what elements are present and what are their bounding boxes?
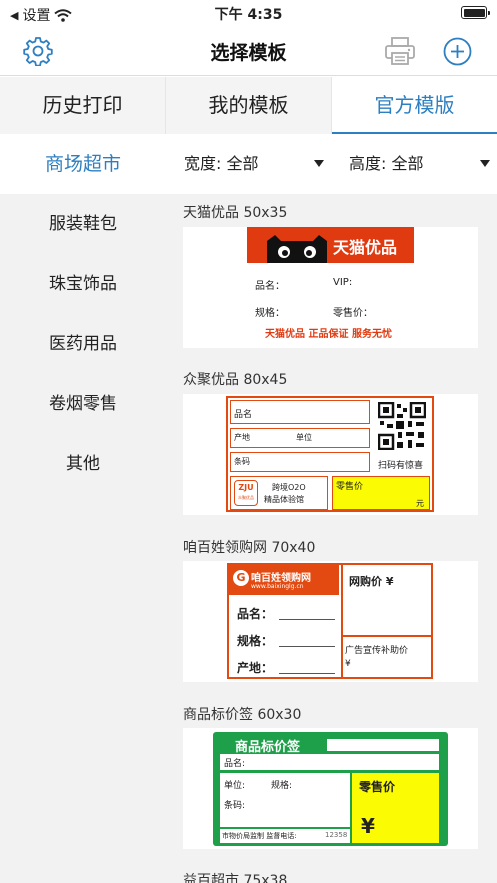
tmall-slogan: 天猫优品 正品保证 服务无忧 [265, 329, 392, 340]
template-card-tmall[interactable]: 天猫优品 品名： VIP: 规格： 零售价： 天猫优品 正品保证 服务无忧 [183, 227, 478, 348]
nav-bar: 选择模板 [0, 26, 497, 76]
bx-ad-price: 广告宣传补助价 [345, 646, 409, 656]
add-template-icon[interactable] [443, 37, 472, 66]
zj-name: 品名 [234, 410, 253, 420]
template-title: 商品标价签 60x30 [183, 707, 302, 723]
tab-history-print[interactable]: 历史打印 [0, 77, 166, 134]
height-dropdown-icon[interactable] [480, 160, 490, 167]
zj-row-barcode [230, 452, 370, 472]
filter-bar: 商场超市 宽度: 全部 高度: 全部 [0, 134, 497, 194]
template-card-price-tag[interactable]: 商品标价签 品名: 单位: 规格: 条码: 零售价 ¥ 市物价局监制 监督电话:… [183, 728, 478, 849]
zj-store-line1: 跨境O2O [272, 483, 306, 492]
sidebar-item-tobacco[interactable]: 卷烟零售 [0, 374, 166, 434]
pt-barcode: 条码: [224, 801, 246, 811]
status-bar: ◀ 设置 下午 4:35 [0, 0, 497, 26]
zj-label: 品名 产地 单位 条码 扫码有惊喜 ZJU 众聚优品 跨境O2O 精品体验馆 零… [226, 396, 434, 512]
pt-label: 商品标价签 品名: 单位: 规格: 条码: 零售价 ¥ 市物价局监制 监督电话:… [213, 732, 448, 846]
zj-unit: 单位 [296, 433, 312, 442]
bx-spec-line [279, 646, 335, 647]
bx-brand: 咱百姓领购网 [251, 573, 311, 584]
sidebar-item-other[interactable]: 其他 [0, 434, 166, 494]
bx-divider-v [341, 565, 343, 677]
clock: 下午 4:35 [214, 7, 283, 23]
zj-barcode: 条码 [234, 457, 250, 466]
category-sidebar: 服装鞋包 珠宝饰品 医药用品 卷烟零售 其他 [0, 194, 166, 883]
tab-official-templates[interactable]: 官方模版 [332, 77, 497, 134]
pt-footer: 市物价局监制 监督电话: [222, 832, 297, 840]
bx-origin: 产地： [237, 661, 274, 675]
tmall-cat-logo [267, 235, 327, 263]
pt-spec: 规格: [271, 781, 293, 791]
page-title: 选择模板 [210, 42, 287, 64]
pt-phone: 12358 [325, 831, 348, 839]
template-card-baixing[interactable]: G 咱百姓领购网 www.baixinglg.cn 品名： 规格： 产地： 网购… [183, 561, 478, 682]
pt-title: 商品标价签 [235, 740, 301, 755]
pt-unit: 单位: [224, 781, 246, 791]
zj-origin: 产地 [234, 433, 250, 442]
zj-scan: 扫码有惊喜 [378, 461, 424, 471]
qr-code-icon [378, 402, 426, 450]
sidebar-item-jewelry[interactable]: 珠宝饰品 [0, 254, 166, 314]
zj-store-line2: 精品体验馆 [264, 495, 304, 504]
tmall-header: 天猫优品 [247, 227, 414, 263]
bx-divider-h [341, 635, 431, 637]
battery-icon [461, 6, 490, 19]
zj-logo: ZJU 众聚优品 [234, 480, 258, 506]
bx-header: G 咱百姓领购网 www.baixinglg.cn [229, 565, 339, 595]
template-title: 咱百姓领购网 70x40 [183, 540, 316, 556]
pt-name: 品名: [224, 759, 246, 769]
template-card-zhongju[interactable]: 品名 产地 单位 条码 扫码有惊喜 ZJU 众聚优品 跨境O2O 精品体验馆 零… [183, 394, 478, 515]
height-filter[interactable]: 高度: 全部 [349, 134, 423, 194]
pt-price: 零售价 [359, 780, 396, 794]
sidebar-item-clothing[interactable]: 服装鞋包 [0, 194, 166, 254]
bx-yen: ¥ [345, 659, 351, 669]
template-list: 天猫优品 50x35 天猫优品 品名： VIP: 规格： 零售价： 天猫优品 正… [166, 194, 497, 883]
bx-url: www.baixinglg.cn [251, 583, 304, 590]
bx-name: 品名： [237, 607, 274, 621]
bx-label: G 咱百姓领购网 www.baixinglg.cn 品名： 规格： 产地： 网购… [227, 563, 433, 679]
tab-my-templates[interactable]: 我的模板 [166, 77, 332, 134]
bx-spec: 规格： [237, 634, 274, 648]
width-dropdown-icon[interactable] [314, 160, 324, 167]
pt-name-row [220, 754, 439, 770]
printer-icon[interactable] [384, 36, 416, 66]
width-filter[interactable]: 宽度: 全部 [184, 134, 258, 194]
tab-bar: 历史打印 我的模板 官方模版 [0, 77, 497, 134]
sidebar-item-medicine[interactable]: 医药用品 [0, 314, 166, 374]
template-title: 众聚优品 80x45 [183, 372, 288, 388]
label-vip: VIP: [333, 277, 353, 288]
zj-yuan: 元 [416, 499, 424, 508]
label-price: 零售价： [333, 308, 373, 319]
bx-g-logo: G [233, 570, 249, 586]
zj-price: 零售价 [336, 482, 364, 492]
label-spec: 规格： [255, 308, 285, 319]
bx-origin-line [279, 673, 335, 674]
pt-yen: ¥ [361, 814, 375, 838]
pt-title-box [327, 739, 439, 751]
template-title: 益百超市 75x38 [183, 873, 288, 883]
category-supermarket[interactable]: 商场超市 [0, 134, 166, 194]
label-name: 品名： [255, 281, 285, 292]
template-title: 天猫优品 50x35 [183, 205, 288, 221]
bx-name-line [279, 619, 335, 620]
bx-web-price: 网购价 ¥ [349, 575, 394, 588]
tmall-brand: 天猫优品 [333, 238, 398, 257]
